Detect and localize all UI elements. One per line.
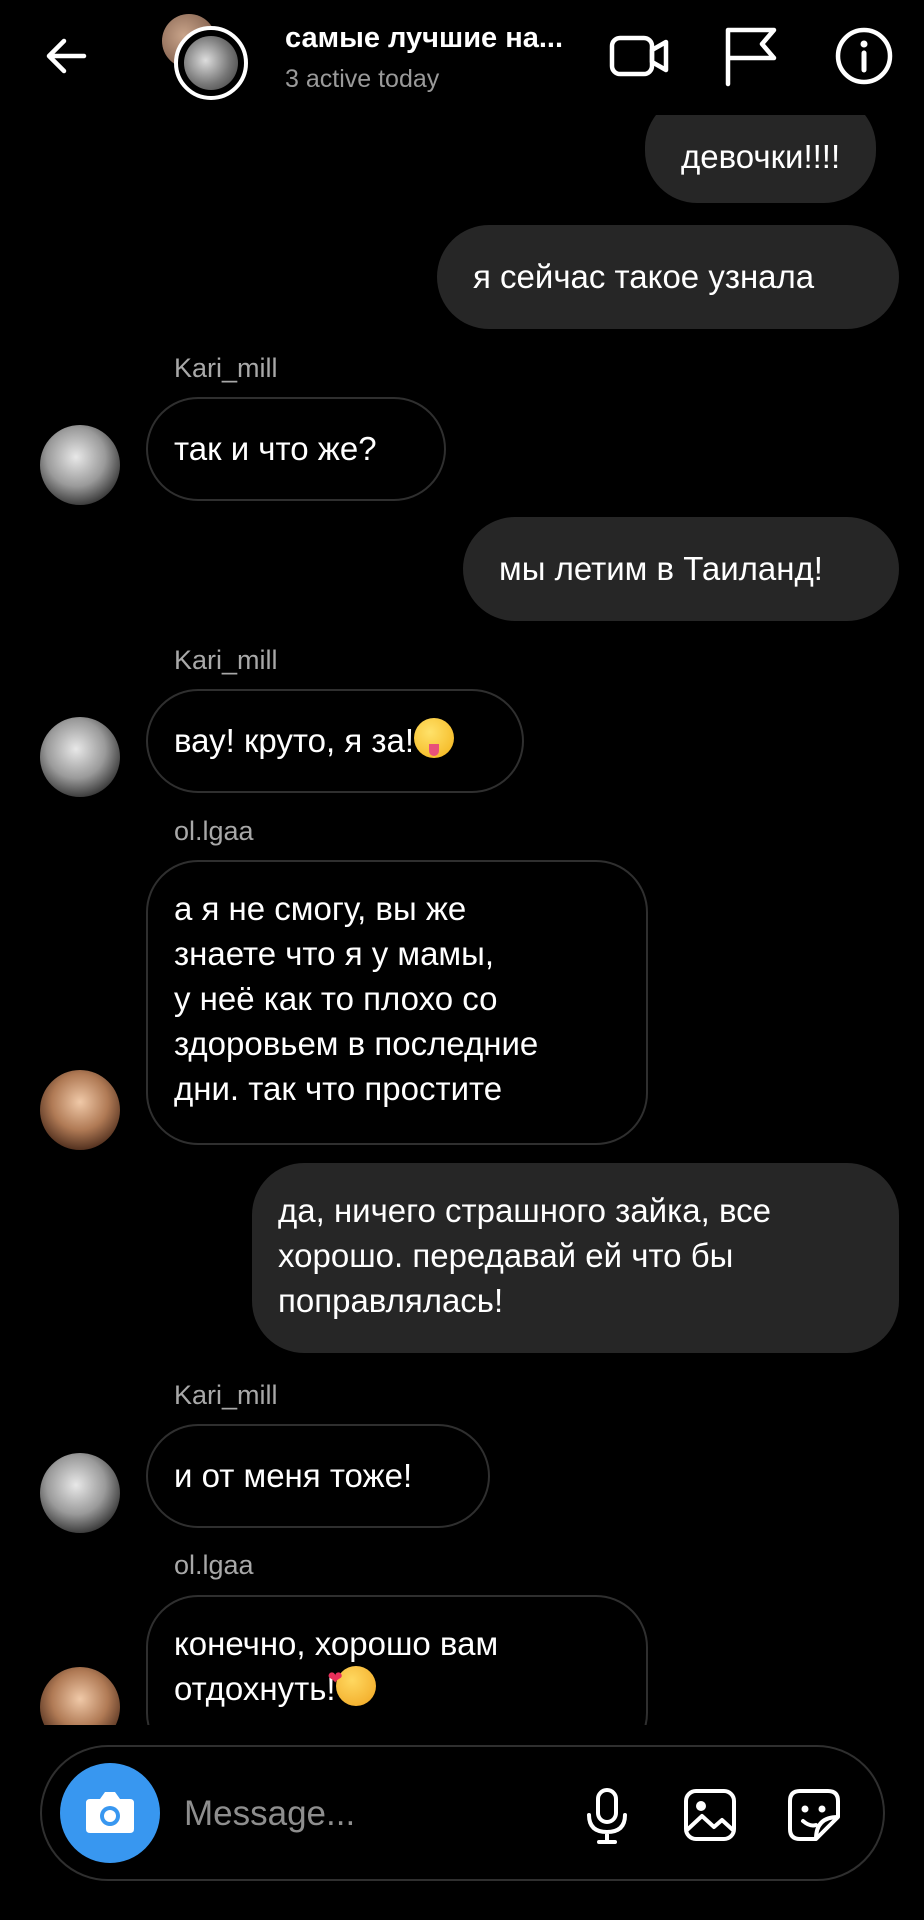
sender-name: Kari_mill: [174, 353, 278, 383]
sender-name: ol.lgaa: [174, 1550, 254, 1580]
message-bubble[interactable]: девочки!!!!: [645, 115, 877, 203]
message-composer: [40, 1745, 885, 1881]
sender-name: ol.lgaa: [174, 816, 254, 846]
message-text: да, ничего страшного зайка, все хорошо. …: [278, 1192, 771, 1319]
message-text: девочки!!!!: [681, 138, 841, 175]
group-avatar[interactable]: [160, 12, 250, 102]
message-bubble[interactable]: а я не смогу, вы же знаете что я у мамы,…: [146, 860, 648, 1145]
smiling-face-with-hearts-emoji: [328, 1656, 376, 1706]
camera-icon: [86, 1792, 134, 1833]
sender-name: Kari_mill: [174, 1380, 278, 1410]
message-text: а я не смогу, вы же знаете что я у мамы,…: [174, 890, 539, 1107]
avatar-kari-mill[interactable]: [40, 425, 120, 505]
camera-button[interactable]: [60, 1763, 160, 1863]
message-text: я сейчас такое узнала: [473, 258, 815, 295]
active-status: 3 active today: [285, 65, 440, 93]
message-bubble[interactable]: да, ничего страшного зайка, все хорошо. …: [252, 1163, 899, 1353]
message-input[interactable]: [182, 1783, 566, 1845]
message-bubble[interactable]: вау! круто, я за!: [146, 689, 524, 793]
message-text: мы летим в Таиланд!: [499, 550, 823, 587]
zany-face-emoji: [414, 718, 455, 758]
message-thread[interactable]: девочки!!!! я сейчас такое узнала Kari_m…: [0, 115, 924, 1725]
message-bubble[interactable]: конечно, хорошо вам отдохнуть!: [146, 1595, 648, 1725]
chat-header: самые лучшие на... 3 active today: [0, 0, 924, 115]
message-text: вау! круто, я за!: [174, 722, 415, 759]
sticker-icon[interactable]: [784, 1785, 844, 1845]
message-text: так и что же?: [174, 430, 377, 467]
avatar-kari-mill[interactable]: [40, 1453, 120, 1533]
message-bubble[interactable]: так и что же?: [146, 397, 446, 501]
video-camera-icon[interactable]: [608, 24, 672, 88]
message-bubble[interactable]: и от меня тоже!: [146, 1424, 490, 1528]
group-avatar-front: [174, 26, 248, 100]
info-icon[interactable]: [832, 24, 896, 88]
avatar-kari-mill[interactable]: [40, 717, 120, 797]
back-arrow-icon[interactable]: [40, 30, 92, 82]
avatar-ol-lgaa[interactable]: [40, 1667, 120, 1725]
avatar-ol-lgaa[interactable]: [40, 1070, 120, 1150]
flag-icon[interactable]: [718, 24, 782, 88]
message-bubble[interactable]: мы летим в Таиланд!: [463, 517, 899, 621]
gallery-icon[interactable]: [680, 1785, 740, 1845]
sender-name: Kari_mill: [174, 645, 278, 675]
microphone-icon[interactable]: [577, 1785, 637, 1845]
message-bubble[interactable]: я сейчас такое узнала: [437, 225, 899, 329]
chat-title[interactable]: самые лучшие на...: [285, 22, 563, 55]
message-text: и от меня тоже!: [174, 1457, 413, 1494]
